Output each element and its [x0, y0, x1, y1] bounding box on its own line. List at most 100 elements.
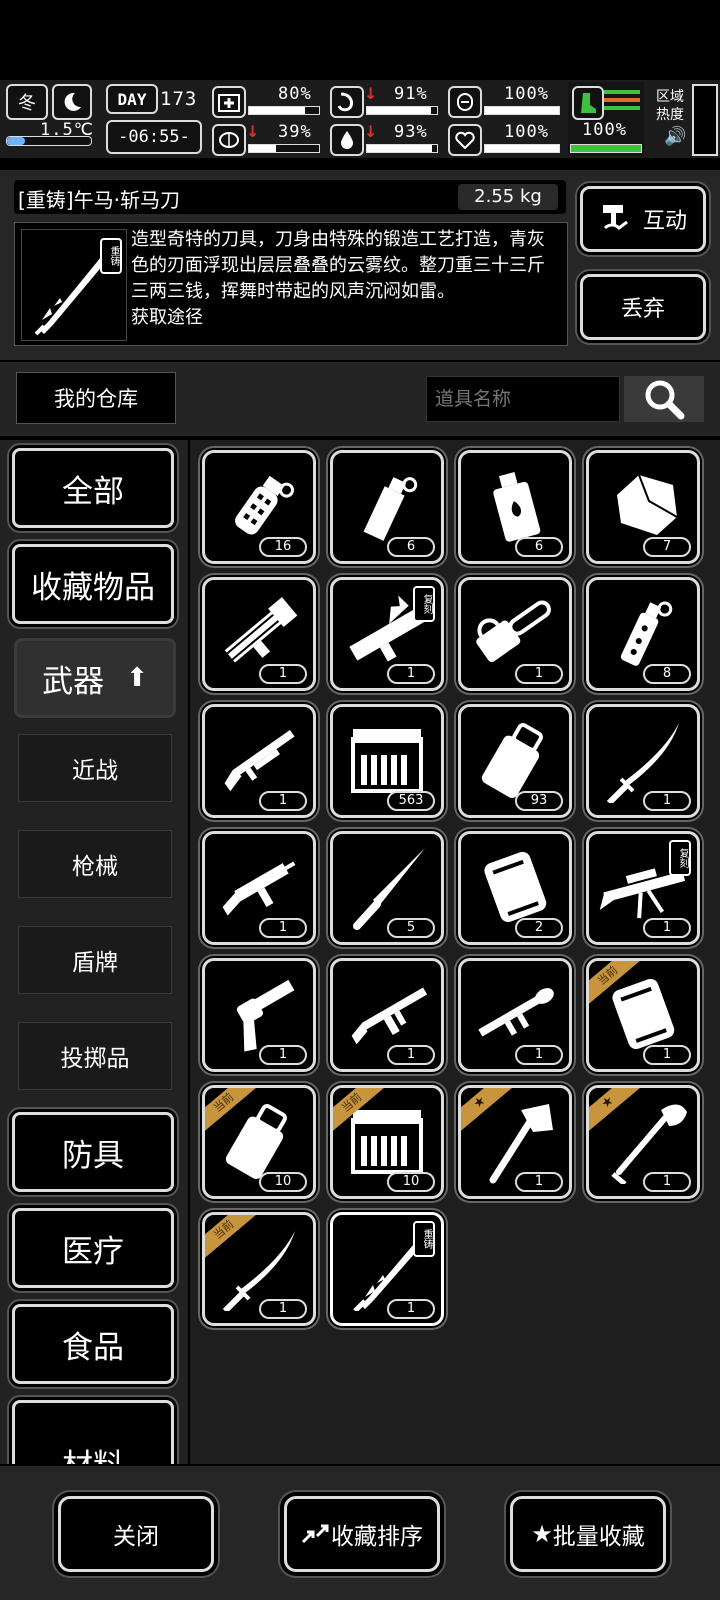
- inventory-slot[interactable]: 1: [202, 577, 316, 691]
- inventory-slot[interactable]: 7: [586, 450, 700, 564]
- swap-arrows-icon: [301, 1524, 329, 1544]
- inventory-slot[interactable]: 5: [330, 831, 444, 945]
- stamina-bar: [570, 144, 642, 153]
- inventory-slot[interactable]: 1: [330, 958, 444, 1072]
- category-label: 食品: [62, 1329, 124, 1366]
- inventory-slot[interactable]: 1 ★: [586, 1085, 700, 1199]
- day-label-text: DAY: [117, 89, 147, 109]
- subcategory-melee[interactable]: 近战: [18, 734, 172, 802]
- inventory-slot[interactable]: 1: [202, 704, 316, 818]
- inventory-slot[interactable]: 93: [458, 704, 572, 818]
- item-thumbnail: 重铸: [21, 229, 127, 341]
- mood-bar: [248, 144, 320, 153]
- day-value: 173: [160, 88, 198, 110]
- item-count: 1: [515, 1045, 563, 1065]
- category-food[interactable]: 食品: [12, 1304, 174, 1384]
- subcategory-firearms[interactable]: 枪械: [18, 830, 172, 898]
- search-input[interactable]: [426, 376, 620, 422]
- item-description: 造型奇特的刀具，刀身由特殊的锻造工艺打造，青灰色的刃面浮现出层层叠叠的云雾纹。整…: [131, 229, 545, 328]
- item-count: 1: [259, 918, 307, 938]
- category-medical[interactable]: 医疗: [12, 1208, 174, 1288]
- mood-value: 39%: [278, 122, 312, 142]
- category-favorites[interactable]: 收藏物品: [12, 544, 174, 624]
- item-count: 1: [387, 664, 435, 684]
- item-count: 6: [387, 537, 435, 557]
- inventory-slot[interactable]: 1: [458, 958, 572, 1072]
- collapse-arrow-icon: ⬆: [126, 663, 148, 693]
- subcategory-shields[interactable]: 盾牌: [18, 926, 172, 994]
- warehouse-label[interactable]: 我的仓库: [16, 372, 176, 424]
- katana-icon: [606, 723, 679, 803]
- thirst-bar: [366, 144, 438, 153]
- stamina-value: 100%: [582, 120, 627, 140]
- oxygen-value: 100%: [504, 84, 549, 104]
- shield-plate-icon: [484, 851, 547, 923]
- item-count: 93: [515, 791, 563, 811]
- search-button[interactable]: [624, 376, 704, 422]
- interact-label: 互动: [642, 209, 687, 234]
- heat-meter: [692, 84, 718, 156]
- area-heat-label: 区域 热度: [656, 89, 684, 123]
- category-all[interactable]: 全部: [12, 448, 174, 528]
- warehouse-label-text: 我的仓库: [54, 387, 138, 411]
- sort-favorites-button[interactable]: 收藏排序: [284, 1496, 440, 1572]
- discard-button[interactable]: 丢弃: [580, 274, 706, 340]
- item-count: 1: [515, 664, 563, 684]
- subcategory-throwables[interactable]: 投掷品: [18, 1022, 172, 1090]
- item-count: 10: [387, 1172, 435, 1192]
- category-weapons[interactable]: 武器 ⬆: [14, 638, 176, 718]
- thirst-down-arrow-icon: ↓: [364, 122, 378, 141]
- inventory-slot[interactable]: 1 当前: [202, 1212, 316, 1326]
- game-clock: -06:55-: [106, 120, 202, 154]
- revolver-icon: [236, 979, 295, 1052]
- close-button[interactable]: 关闭: [58, 1496, 214, 1572]
- inventory-slot[interactable]: 1 复刻: [330, 577, 444, 691]
- search-icon: [645, 380, 685, 420]
- inventory-slot[interactable]: 8: [586, 577, 700, 691]
- inventory-slot[interactable]: 1: [202, 831, 316, 945]
- brain-icon: [212, 124, 246, 156]
- category-armor[interactable]: 防具: [12, 1112, 174, 1192]
- bottom-action-bar: 关闭 收藏排序 ★ 批量收藏: [0, 1466, 720, 1600]
- inventory-slot[interactable]: 10 当前: [330, 1085, 444, 1199]
- inventory-slot[interactable]: 6: [458, 450, 572, 564]
- inventory-slot[interactable]: 1: [586, 704, 700, 818]
- inventory-slot[interactable]: 10 当前: [202, 1085, 316, 1199]
- item-description-box: 重铸 造型奇特的刀具，刀身由特殊的锻造工艺打造，青灰色的刃面浮现出层层叠叠的云雾…: [14, 222, 568, 346]
- category-sidebar: 全部 收藏物品 武器 ⬆ 近战 枪械 盾牌 投掷品 防具 医疗 食品 材料: [0, 440, 188, 1464]
- interact-button[interactable]: 互动: [580, 186, 706, 252]
- inventory-slot[interactable]: 563: [330, 704, 444, 818]
- inventory-slot[interactable]: 1 重铸: [330, 1212, 444, 1326]
- category-materials[interactable]: 材料: [12, 1400, 174, 1464]
- item-count: 8: [643, 664, 691, 684]
- moon-icon: [52, 84, 92, 120]
- item-count: 1: [259, 664, 307, 684]
- speaker-icon[interactable]: 🔊: [664, 126, 686, 147]
- close-label: 关闭: [113, 1524, 159, 1550]
- inventory-slot[interactable]: 16: [202, 450, 316, 564]
- reforged-badge: 重铸: [100, 238, 122, 274]
- stamina-panel: 100%: [568, 82, 644, 156]
- inventory-slot[interactable]: 1: [202, 958, 316, 1072]
- category-label: 防具: [62, 1137, 124, 1174]
- oxygen-bar: [484, 106, 560, 115]
- item-count: 1: [387, 1299, 435, 1319]
- item-count: 10: [259, 1172, 307, 1192]
- item-count: 1: [259, 1299, 307, 1319]
- smg-icon: [222, 861, 296, 916]
- rock-icon: [617, 474, 678, 535]
- inventory-slot[interactable]: 1 ★: [458, 1085, 572, 1199]
- inventory-slot[interactable]: 1 复刻: [586, 831, 700, 945]
- inventory-slot[interactable]: 6: [330, 450, 444, 564]
- inventory-slot[interactable]: 2: [458, 831, 572, 945]
- inventory-slot[interactable]: 1 当前: [586, 958, 700, 1072]
- item-count: 7: [643, 537, 691, 557]
- item-count: 563: [387, 791, 435, 811]
- health-value: 80%: [278, 84, 312, 104]
- ammo-pouch-icon: [481, 723, 543, 798]
- inventory-slot[interactable]: 1: [458, 577, 572, 691]
- item-count: 1: [643, 1045, 691, 1065]
- hunger-bar: [366, 106, 438, 115]
- batch-favorite-button[interactable]: ★ 批量收藏: [510, 1496, 666, 1572]
- season-text: 冬: [18, 93, 36, 114]
